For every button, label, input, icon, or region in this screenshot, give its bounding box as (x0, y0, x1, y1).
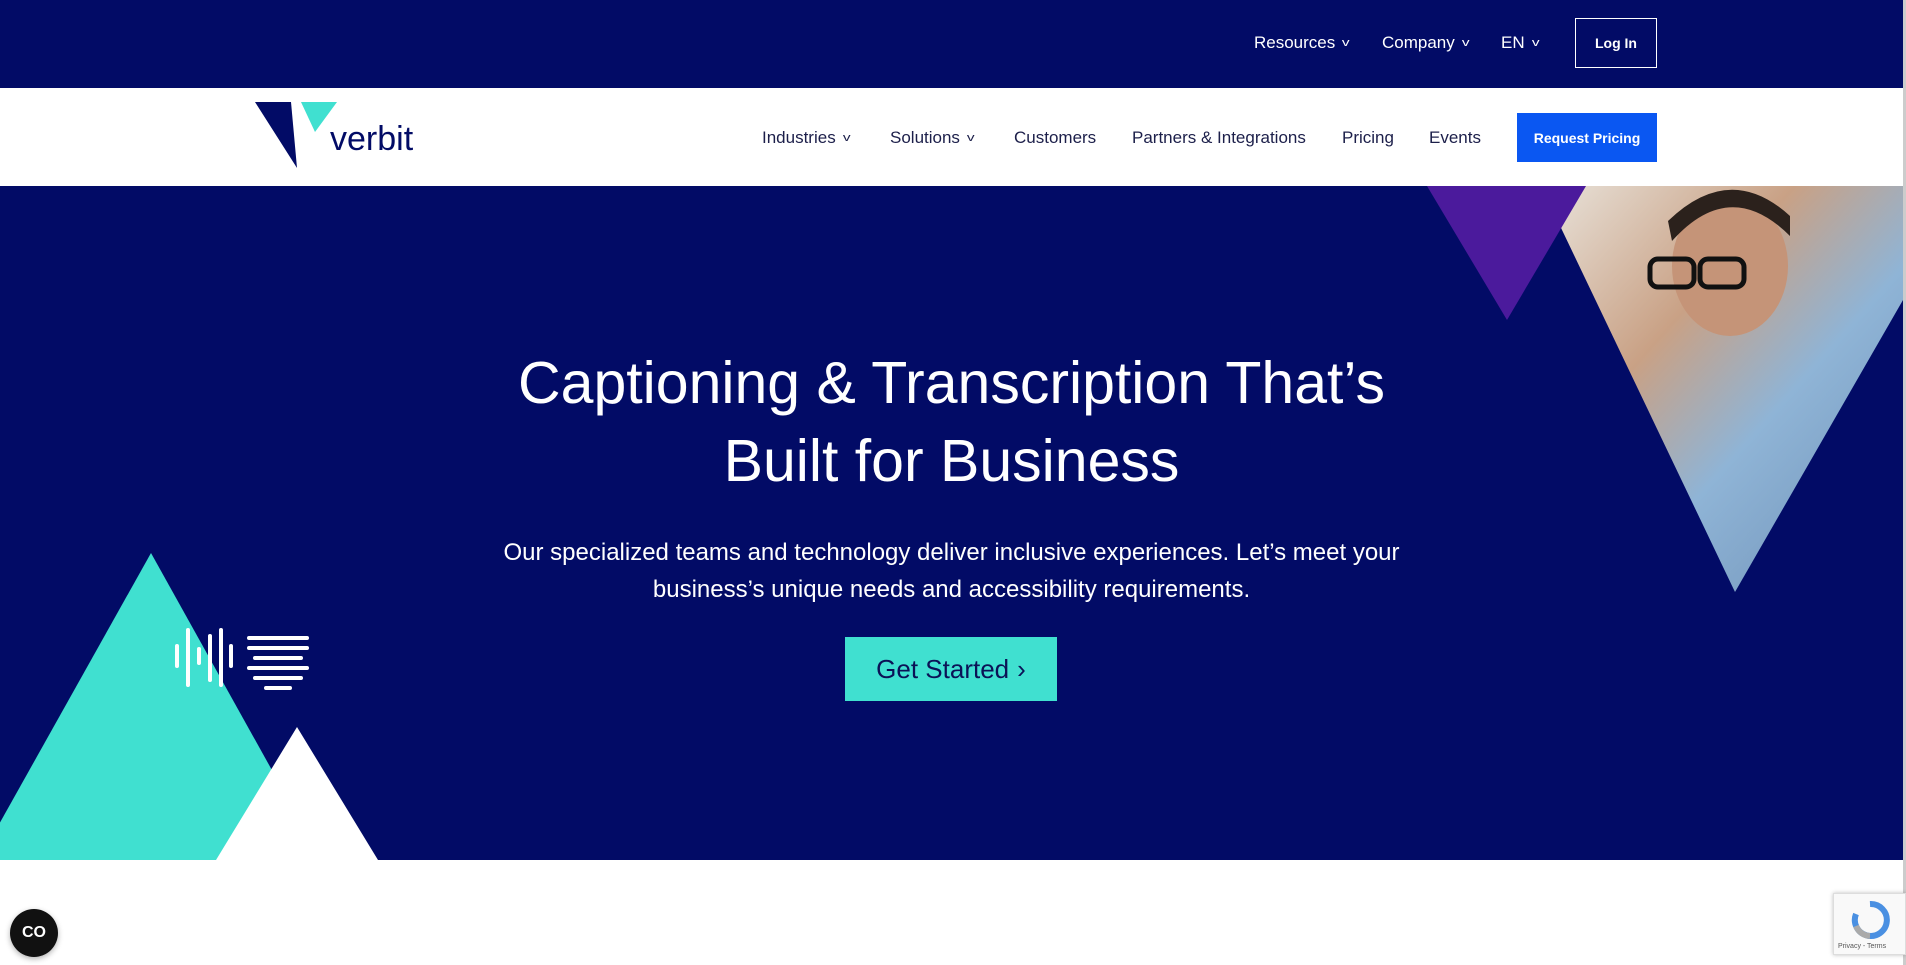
login-button[interactable]: Log In (1575, 18, 1657, 68)
nav-industries[interactable]: Industries v (762, 128, 851, 148)
chevron-down-icon: v (1461, 37, 1470, 49)
purple-triangle (1427, 186, 1586, 320)
text-lines-icon (247, 636, 309, 690)
language-menu[interactable]: EN v (1501, 33, 1540, 53)
chevron-down-icon: v (966, 132, 975, 144)
company-menu[interactable]: Company v (1382, 33, 1470, 53)
nav-label: Partners & Integrations (1132, 128, 1306, 147)
resources-label: Resources (1254, 33, 1336, 52)
chevron-right-icon: › (1017, 653, 1026, 684)
hero-section: Captioning & Transcription That’s Built … (0, 186, 1903, 860)
nav-label: Events (1429, 128, 1481, 147)
language-label: EN (1501, 33, 1525, 52)
hero-title-line-2: Built for Business (723, 428, 1180, 494)
nav-label: Solutions (890, 128, 960, 147)
hero-subtitle-line-1: Our specialized teams and technology del… (503, 539, 1400, 566)
request-pricing-button[interactable]: Request Pricing (1517, 113, 1657, 162)
company-label: Company (1382, 33, 1455, 52)
nav-label: Industries (762, 128, 836, 147)
accessibility-button[interactable]: CO (10, 909, 58, 957)
get-started-button[interactable]: Get Started › (845, 637, 1057, 701)
chevron-down-icon: v (1342, 37, 1350, 49)
main-nav: verbit Industries v Solutions v Customers … (0, 88, 1903, 186)
recaptcha-icon (1851, 900, 1890, 939)
hero-title-line-1: Captioning & Transcription That’s (518, 350, 1385, 416)
nav-customers[interactable]: Customers (1014, 128, 1096, 148)
hero-decoration (0, 186, 1903, 860)
hero-subtitle-line-2: business’s unique needs and accessibilit… (652, 576, 1251, 603)
nav-label: Customers (1014, 128, 1097, 147)
nav-solutions[interactable]: Solutions v (890, 128, 975, 148)
get-started-label: Get Started (876, 653, 1010, 684)
resources-menu[interactable]: Resources v (1254, 33, 1350, 53)
verbit-logo[interactable]: verbit (255, 102, 415, 173)
top-utility-bar: Resources v Company v EN v Log In (0, 0, 1903, 88)
nav-events[interactable]: Events (1429, 128, 1481, 148)
nav-pricing[interactable]: Pricing (1342, 128, 1394, 148)
nav-partners[interactable]: Partners & Integrations (1132, 128, 1306, 148)
logo-text: verbit (330, 120, 414, 158)
logo-mark-navy (255, 102, 297, 168)
chevron-down-icon: v (1531, 37, 1540, 49)
recaptcha-links[interactable]: Privacy - Terms (1838, 943, 1886, 950)
chevron-down-icon: v (842, 132, 851, 144)
nav-label: Pricing (1342, 128, 1394, 147)
recaptcha-badge[interactable]: Privacy - Terms (1833, 893, 1906, 955)
